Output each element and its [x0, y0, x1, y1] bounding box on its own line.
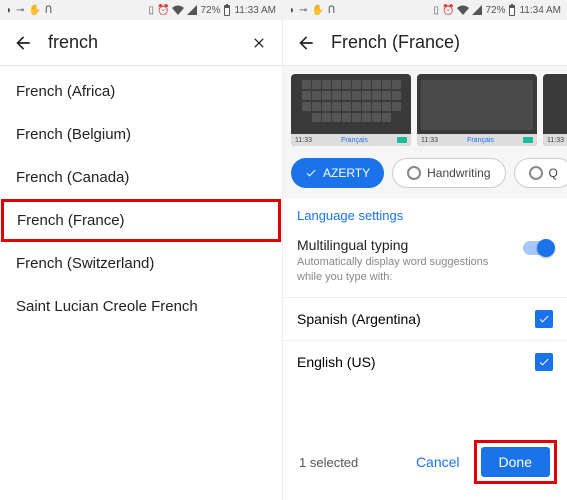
- key-icon: ⊸: [299, 5, 307, 16]
- thumb-accent: [523, 137, 533, 143]
- hand-icon: ✋: [28, 5, 40, 16]
- screen-search-language: ◗ ⊸ ✋ ᑎ ▯ ⏰ 72% 11:33 AM: [0, 0, 283, 500]
- layout-option-azerty[interactable]: AZERTY: [291, 158, 384, 188]
- alarm-icon: ⏰: [157, 5, 169, 16]
- statusbar: ◗ ⊸ ✋ ᑎ ▯ ⏰ 72% 11:33 AM: [0, 0, 282, 20]
- page-title: French (France): [331, 32, 555, 53]
- back-button[interactable]: [12, 32, 34, 54]
- clear-button[interactable]: [248, 32, 270, 54]
- hand-icon: ✋: [311, 5, 323, 16]
- list-item[interactable]: French (Canada): [0, 156, 282, 199]
- selection-count: 1 selected: [293, 455, 358, 470]
- battery-pct: 72%: [485, 5, 505, 16]
- language-result-list: French (Africa) French (Belgium) French …: [0, 66, 282, 332]
- list-item[interactable]: French (Belgium): [0, 113, 282, 156]
- list-item[interactable]: French (Switzerland): [0, 242, 282, 285]
- layout-option-label: Q: [549, 166, 558, 180]
- thumb-label: Français: [467, 137, 494, 144]
- wifi-icon: [172, 5, 184, 15]
- keyboard-thumb-handwriting[interactable]: 11:33 Français: [417, 74, 537, 146]
- thumb-time: 11:33: [295, 137, 312, 144]
- clock-text: 11:34 AM: [519, 5, 561, 16]
- signal-icon: [187, 5, 197, 15]
- battery-icon: [508, 4, 516, 16]
- keyboard-thumb-azerty[interactable]: 11:33 Français: [291, 74, 411, 146]
- battery-pct: 72%: [200, 5, 220, 16]
- toggle-switch[interactable]: [523, 241, 553, 255]
- back-button[interactable]: [295, 32, 317, 54]
- moon-icon: ◗: [6, 5, 12, 16]
- footer-bar: 1 selected Cancel Done: [283, 432, 567, 492]
- search-input[interactable]: french: [48, 32, 234, 53]
- thumb-label: Français: [341, 137, 368, 144]
- radio-icon: [407, 166, 421, 180]
- alarm-icon: ⏰: [442, 5, 454, 16]
- statusbar: ◗ ⊸ ✋ ᑎ ▯ ⏰ 72% 11:34 AM: [283, 0, 567, 20]
- screen-language-detail: ◗ ⊸ ✋ ᑎ ▯ ⏰ 72% 11:34 AM: [283, 0, 567, 500]
- language-checkbox-row[interactable]: English (US): [283, 340, 567, 383]
- cancel-button[interactable]: Cancel: [412, 448, 464, 476]
- nfc-icon: ᑎ: [45, 5, 52, 16]
- done-button[interactable]: Done: [481, 447, 550, 477]
- language-checkbox-row[interactable]: Spanish (Argentina): [283, 297, 567, 340]
- keyboard-preview-scroller[interactable]: 11:33 Français 11:33 Français 11:33: [283, 66, 567, 152]
- language-name: English (US): [297, 354, 376, 370]
- key-icon: ⊸: [16, 5, 24, 16]
- wifi-icon: [457, 5, 469, 15]
- detail-appbar: French (France): [283, 20, 567, 66]
- list-item-highlighted[interactable]: French (France): [1, 199, 281, 242]
- search-appbar: french: [0, 20, 282, 66]
- done-highlight: Done: [474, 440, 557, 484]
- setting-title: Multilingual typing: [297, 237, 497, 255]
- section-title: Language settings: [297, 208, 553, 229]
- thumb-time: 11:33: [421, 137, 438, 144]
- nfc-icon: ᑎ: [328, 5, 335, 16]
- check-icon: [305, 167, 317, 179]
- vibrate-icon: ▯: [149, 5, 155, 16]
- checkbox-checked-icon[interactable]: [535, 310, 553, 328]
- language-settings-section: Language settings: [283, 198, 567, 229]
- checkbox-checked-icon[interactable]: [535, 353, 553, 371]
- layout-option-handwriting[interactable]: Handwriting: [392, 158, 505, 188]
- battery-icon: [223, 4, 231, 16]
- thumb-time: 11:33: [547, 137, 564, 144]
- multilingual-toggle-row[interactable]: Multilingual typing Automatically displa…: [283, 229, 567, 297]
- setting-subtitle: Automatically display word suggestions w…: [297, 255, 497, 285]
- language-name: Spanish (Argentina): [297, 311, 421, 327]
- clock-text: 11:33 AM: [234, 5, 276, 16]
- layout-option-label: Handwriting: [427, 166, 490, 180]
- keyboard-thumb-more[interactable]: 11:33: [543, 74, 567, 146]
- thumb-accent: [397, 137, 407, 143]
- vibrate-icon: ▯: [434, 5, 440, 16]
- signal-icon: [472, 5, 482, 15]
- moon-icon: ◗: [289, 5, 295, 16]
- layout-option-label: AZERTY: [323, 166, 370, 180]
- layout-option-more[interactable]: Q: [514, 158, 567, 188]
- layout-option-row: AZERTY Handwriting Q: [283, 152, 567, 198]
- list-item[interactable]: Saint Lucian Creole French: [0, 285, 282, 328]
- radio-icon: [529, 166, 543, 180]
- list-item[interactable]: French (Africa): [0, 70, 282, 113]
